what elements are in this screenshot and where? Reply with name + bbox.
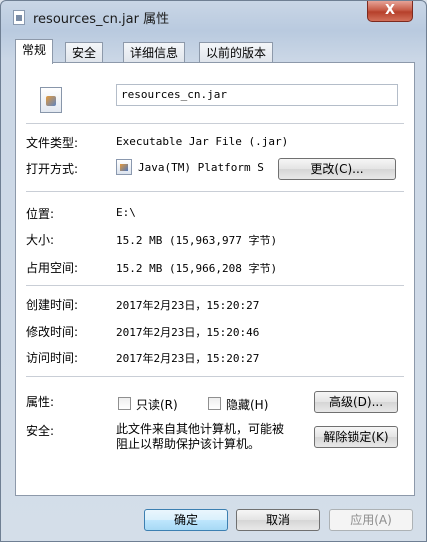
unblock-button[interactable]: 解除锁定(K) (314, 426, 398, 448)
modified-label: 修改时间: (26, 325, 79, 339)
opens-with-value: Java(TM) Platform S (138, 161, 264, 174)
security-label: 安全: (26, 424, 55, 438)
general-panel: resources_cn.jar 文件类型: Executable Jar Fi… (15, 62, 415, 496)
file-type-label: 文件类型: (26, 136, 79, 150)
opens-with-label: 打开方式: (26, 162, 79, 176)
ok-button[interactable]: 确定 (144, 509, 228, 531)
apply-button[interactable]: 应用(A) (329, 509, 413, 531)
size-label: 大小: (26, 233, 55, 247)
tab-details[interactable]: 详细信息 (123, 42, 186, 63)
divider (26, 376, 404, 377)
title-bar[interactable]: resources_cn.jar 属性 X (1, 1, 426, 33)
accessed-value: 2017年2月23日，15:20:27 (116, 352, 260, 365)
divider (26, 123, 404, 124)
hidden-label[interactable]: 隐藏(H) (226, 396, 268, 413)
java-app-icon (116, 159, 132, 175)
security-message: 此文件来自其他计算机，可能被阻止以帮助保护该计算机。 (116, 422, 285, 451)
tab-bar: 常规 安全 详细信息 以前的版本 (15, 39, 415, 64)
accessed-label: 访问时间: (26, 351, 79, 365)
cancel-button[interactable]: 取消 (236, 509, 320, 531)
location-value: E:\ (116, 206, 136, 219)
jar-file-icon (40, 87, 62, 113)
tab-general[interactable]: 常规 (15, 39, 54, 64)
file-name-field[interactable]: resources_cn.jar (116, 84, 398, 106)
tab-security[interactable]: 安全 (65, 42, 104, 63)
readonly-label[interactable]: 只读(R) (136, 396, 178, 413)
created-value: 2017年2月23日，15:20:27 (116, 299, 260, 312)
size-on-disk-value: 15.2 MB (15,966,208 字节) (116, 262, 278, 275)
properties-dialog: resources_cn.jar 属性 X 常规 安全 详细信息 以前的版本 r… (0, 0, 427, 542)
window-title: resources_cn.jar 属性 (33, 12, 170, 27)
created-label: 创建时间: (26, 298, 79, 312)
size-value: 15.2 MB (15,963,977 字节) (116, 234, 278, 247)
file-type-value: Executable Jar File (.jar) (116, 135, 289, 148)
size-on-disk-label: 占用空间: (26, 261, 79, 275)
readonly-checkbox[interactable] (118, 397, 131, 410)
advanced-button[interactable]: 高级(D)... (314, 391, 398, 413)
location-label: 位置: (26, 207, 55, 221)
tab-previous-versions[interactable]: 以前的版本 (199, 42, 274, 63)
jar-file-icon (13, 10, 25, 25)
attributes-label: 属性: (26, 395, 55, 409)
hidden-checkbox[interactable] (208, 397, 221, 410)
close-button[interactable]: X (367, 1, 413, 22)
divider (26, 285, 404, 286)
change-button[interactable]: 更改(C)... (278, 158, 396, 180)
divider (26, 191, 404, 192)
modified-value: 2017年2月23日，15:20:46 (116, 326, 260, 339)
